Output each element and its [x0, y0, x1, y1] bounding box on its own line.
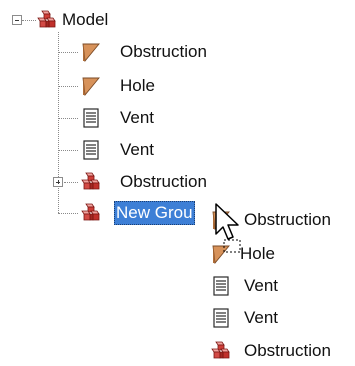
tree-node-obstruction-group[interactable]: Obstruction [80, 170, 250, 194]
tree-guide-line [64, 182, 78, 183]
tree-guide-line [22, 20, 36, 21]
tree-node-label: Obstruction [120, 172, 207, 191]
tree-node-label: Vent [120, 108, 155, 127]
blocks-group-icon [210, 340, 232, 362]
tree-node-label: Vent [120, 140, 155, 159]
tree-node-vent[interactable]: Vent [80, 138, 180, 162]
hole-wedge-icon [80, 75, 102, 97]
vent-document-icon [80, 107, 102, 129]
tree-guide-line [58, 150, 78, 151]
expand-toggle[interactable] [53, 177, 63, 187]
tree-node-hole[interactable]: Hole [80, 74, 180, 98]
collapse-toggle[interactable] [12, 15, 22, 25]
drag-item-label: Vent [244, 308, 279, 327]
tree-node-label: Obstruction [120, 42, 207, 61]
vent-document-icon [210, 275, 232, 297]
tree-guide-line [58, 118, 78, 119]
tree-node-vent[interactable]: Vent [80, 106, 180, 130]
tree-guide-line [58, 86, 78, 87]
vent-document-icon [80, 139, 102, 161]
drag-item-label: Vent [244, 276, 279, 295]
tree-node-model[interactable]: Model [36, 8, 116, 32]
blocks-group-icon [80, 202, 102, 224]
blocks-group-icon [36, 9, 58, 31]
tree-node-label: Model [62, 10, 109, 29]
tree-node-label: Hole [120, 76, 155, 95]
model-tree: Model Obstruction Hole Vent Vent Obstruc… [0, 0, 355, 366]
tree-node-obstruction[interactable]: Obstruction [80, 40, 240, 64]
tree-node-label-selected: New Grou [114, 201, 195, 225]
blocks-group-icon [80, 171, 102, 193]
drag-item-label: Obstruction [244, 210, 331, 229]
drag-item: Vent [210, 306, 320, 330]
tree-guide-line [58, 52, 78, 53]
vent-document-icon [210, 307, 232, 329]
drag-item: Vent [210, 274, 320, 298]
drag-item-label: Obstruction [244, 341, 331, 360]
obstruction-wedge-icon [80, 41, 102, 63]
drag-item: Obstruction [210, 339, 355, 363]
mouse-pointer-icon [215, 203, 241, 253]
tree-guide-line [58, 213, 78, 214]
